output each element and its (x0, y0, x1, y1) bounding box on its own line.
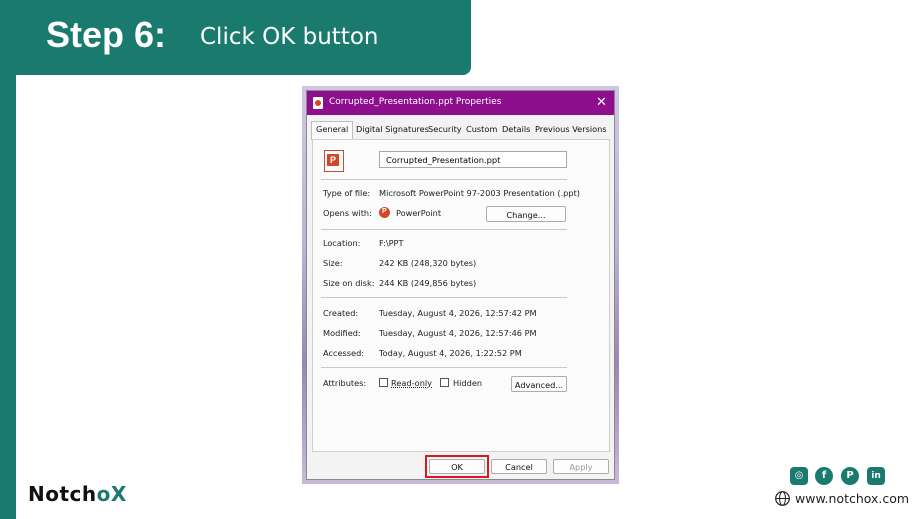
divider (321, 367, 567, 368)
powerpoint-file-icon (313, 97, 323, 109)
brand-x: X (110, 482, 127, 506)
pinterest-icon[interactable]: P (841, 467, 859, 485)
modified-label: Modified: (323, 328, 361, 338)
opens-with-label: Opens with: (323, 208, 372, 218)
accessed-value: Today, August 4, 2026, 1:22:52 PM (379, 348, 522, 358)
properties-dialog: Corrupted_Presentation.ppt Properties ✕ … (306, 90, 615, 480)
tab-details[interactable]: Details (502, 124, 530, 134)
brand-name: Notch (28, 482, 97, 506)
readonly-checkbox[interactable] (379, 378, 388, 387)
step-title: Step 6: (46, 14, 167, 55)
tab-previous-versions[interactable]: Previous Versions (535, 124, 607, 134)
tab-custom[interactable]: Custom (466, 124, 497, 134)
tab-general[interactable]: General (311, 121, 354, 140)
brand-o: o (96, 482, 111, 506)
brand-logo: NotchoX (28, 482, 127, 506)
globe-icon (775, 491, 790, 506)
website-link[interactable]: www.notchox.com (795, 491, 909, 506)
created-label: Created: (323, 308, 359, 318)
divider (321, 229, 567, 230)
instagram-icon[interactable]: ◎ (790, 467, 808, 485)
dialog-title: Corrupted_Presentation.ppt Properties (329, 97, 502, 107)
change-button[interactable]: Change... (486, 206, 566, 222)
size-label: Size: (323, 258, 343, 268)
dialog-titlebar: Corrupted_Presentation.ppt Properties ✕ (307, 91, 614, 115)
size-on-disk-value: 244 KB (249,856 bytes) (379, 278, 477, 288)
opens-with-value: PowerPoint (396, 208, 442, 218)
close-icon[interactable]: ✕ (596, 95, 607, 109)
powerpoint-icon (379, 207, 390, 218)
created-value: Tuesday, August 4, 2026, 12:57:42 PM (379, 308, 537, 318)
general-panel: Corrupted_Presentation.ppt Type of file:… (312, 139, 610, 452)
ok-highlight-box (425, 455, 489, 478)
cancel-button[interactable]: Cancel (491, 459, 547, 474)
step-header: Step 6: Click OK button (0, 0, 471, 75)
attributes-label: Attributes: (323, 378, 367, 388)
advanced-button[interactable]: Advanced... (511, 376, 567, 392)
tab-digital-signatures[interactable]: Digital Signatures (356, 124, 429, 134)
size-on-disk-label: Size on disk: (323, 278, 375, 288)
linkedin-icon[interactable]: in (867, 467, 885, 485)
hidden-checkbox[interactable] (440, 378, 449, 387)
hidden-label[interactable]: Hidden (453, 378, 482, 388)
modified-value: Tuesday, August 4, 2026, 12:57:46 PM (379, 328, 537, 338)
step-subtitle: Click OK button (200, 24, 379, 50)
filename-input[interactable]: Corrupted_Presentation.ppt (379, 151, 567, 168)
location-value: F:\PPT (379, 238, 404, 248)
left-accent-bar (0, 0, 16, 519)
divider (321, 179, 567, 180)
tab-security[interactable]: Security (428, 124, 462, 134)
type-value: Microsoft PowerPoint 97-2003 Presentatio… (379, 188, 580, 198)
readonly-label[interactable]: Read-only (391, 378, 432, 388)
divider (321, 297, 567, 298)
apply-button: Apply (553, 459, 609, 474)
location-label: Location: (323, 238, 361, 248)
ppt-file-icon (324, 150, 344, 172)
size-value: 242 KB (248,320 bytes) (379, 258, 477, 268)
facebook-icon[interactable]: f (815, 467, 833, 485)
type-label: Type of file: (323, 188, 371, 198)
accessed-label: Accessed: (323, 348, 365, 358)
